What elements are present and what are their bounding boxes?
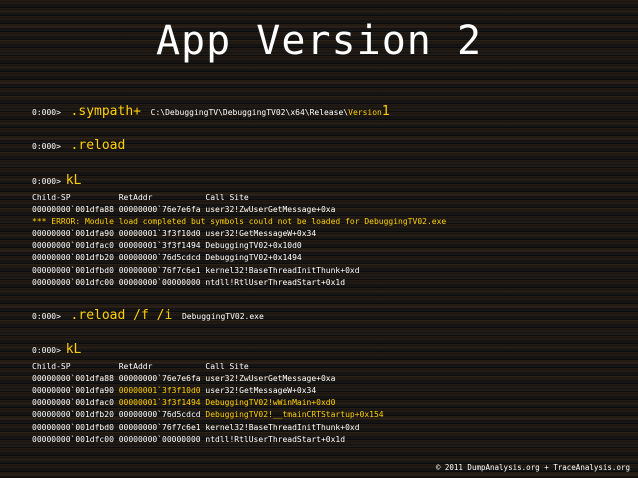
stack-row-part: user32!GetMessageW+0x34 (200, 386, 317, 395)
command-reload-force: .reload /f /i (70, 308, 173, 323)
stack-row: 00000000`001dfbd0 00000000`76f7c6e1 kern… (32, 266, 360, 275)
stack-row: 00000000`001dfac0 00000001`3f3f1494 Debu… (32, 398, 335, 408)
sympath-path: C:\DebuggingTV\DebuggingTV02\x64\Release… (150, 108, 349, 117)
slide-title: App Version 2 (155, 18, 483, 64)
reload-module-arg: DebuggingTV02.exe (181, 312, 264, 321)
stack-row: 00000000`001dfa90 00000001`3f3f10d0 user… (32, 386, 316, 396)
sympath-path-number: 1 (381, 104, 390, 119)
prompt: 0:000> (32, 108, 61, 117)
command-kl: kL (65, 342, 82, 357)
stack-row-part: 00000000`001dfa90 (32, 386, 119, 395)
command-reload: .reload (70, 138, 126, 153)
prompt: 0:000> (32, 312, 61, 321)
stack-row: 00000000`001dfa88 00000000`76e7e6fa user… (32, 205, 336, 214)
copyright-footer: © 2011 DumpAnalysis.org + TraceAnalysis.… (435, 463, 630, 472)
stack-row: 00000000`001dfbd0 00000000`76f7c6e1 kern… (32, 423, 360, 432)
prompt: 0:000> (32, 142, 61, 151)
error-message: *** ERROR: Module load completed but sym… (32, 217, 447, 226)
stack-header: Child-SP RetAddr Call Site (32, 362, 249, 371)
command-line-kl-2: 0:000> kL (32, 342, 82, 357)
sympath-path-highlight: Version (348, 108, 382, 117)
stack-row: 00000000`001dfb20 00000000`76d5cdcd Debu… (32, 410, 384, 420)
prompt: 0:000> (32, 177, 61, 186)
stack-row: 00000000`001dfb20 00000000`76d5cdcd Debu… (32, 253, 302, 262)
command-line-reload-force: 0:000> .reload /f /i DebuggingTV02.exe (32, 308, 264, 323)
stack-row-highlight: DebuggingTV02!__tmainCRTStartup+0x154 (205, 410, 384, 419)
command-sympath: .sympath+ (70, 104, 141, 119)
stack-row: 00000000`001dfac0 00000001`3f3f1494 Debu… (32, 241, 302, 250)
stack-row: 00000000`001dfc00 00000000`00000000 ntdl… (32, 278, 346, 287)
stack-header: Child-SP RetAddr Call Site (32, 193, 249, 202)
stack-row: 00000000`001dfc00 00000000`00000000 ntdl… (32, 435, 346, 444)
stack-row-part: 00000000`001dfb20 00000000`76d5cdcd (32, 410, 206, 419)
command-kl: kL (65, 173, 82, 188)
stack-row-part: 00000000`001dfac0 (32, 398, 119, 407)
stack-row: 00000000`001dfa90 00000001`3f3f10d0 user… (32, 229, 317, 238)
stack-row-highlight: 00000001`3f3f10d0 (118, 386, 201, 395)
stack-row-highlight: 00000001`3f3f1494 DebuggingTV02!wWinMain… (118, 398, 336, 407)
stack-row: 00000000`001dfa88 00000000`76e7e6fa user… (32, 374, 336, 383)
command-line-kl: 0:000> kL (32, 173, 82, 188)
prompt: 0:000> (32, 346, 61, 355)
command-line-sympath: 0:000> .sympath+ C:\DebuggingTV\Debuggin… (32, 104, 390, 119)
command-line-reload: 0:000> .reload (32, 138, 126, 153)
